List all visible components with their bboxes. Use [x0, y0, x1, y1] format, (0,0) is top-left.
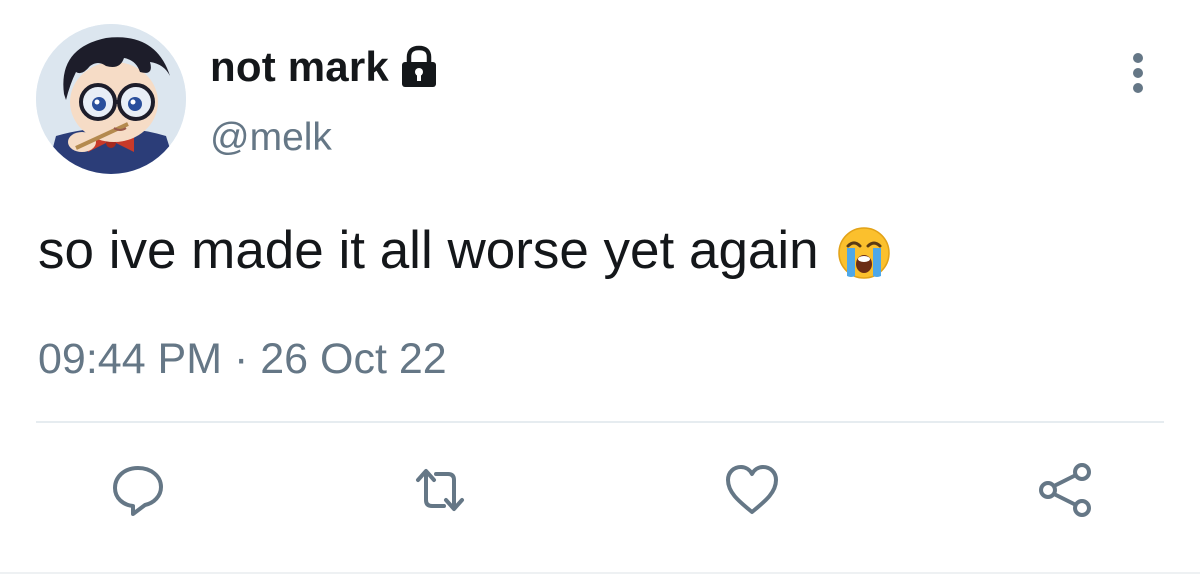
display-name-row: not mark [210, 40, 439, 94]
tweet-card: not mark @melk so ive made it all worse … [0, 0, 1200, 580]
tweet-timestamp[interactable]: 09:44 PM · 26 Oct 22 [38, 338, 447, 381]
like-button[interactable] [720, 458, 784, 522]
divider [36, 421, 1164, 423]
anime-character-avatar-icon [36, 24, 186, 174]
bottom-border [0, 572, 1200, 574]
retweet-icon [416, 469, 464, 511]
more-options-icon[interactable] [1124, 50, 1152, 96]
share-icon [1039, 463, 1091, 517]
heart-icon [726, 465, 778, 514]
tweet-text: so ive made it all worse yet again [38, 221, 819, 280]
reply-icon [113, 466, 163, 516]
tweet-body: so ive made it all worse yet again [38, 221, 891, 280]
lock-icon [399, 45, 439, 89]
display-name[interactable]: not mark [210, 46, 389, 88]
loudly-crying-face-emoji-icon [837, 226, 891, 280]
tweet-action-bar [0, 458, 1200, 522]
retweet-button[interactable] [408, 458, 472, 522]
share-button[interactable] [1034, 458, 1098, 522]
avatar[interactable] [36, 24, 186, 174]
user-handle[interactable]: @melk [210, 118, 332, 157]
reply-button[interactable] [106, 458, 170, 522]
